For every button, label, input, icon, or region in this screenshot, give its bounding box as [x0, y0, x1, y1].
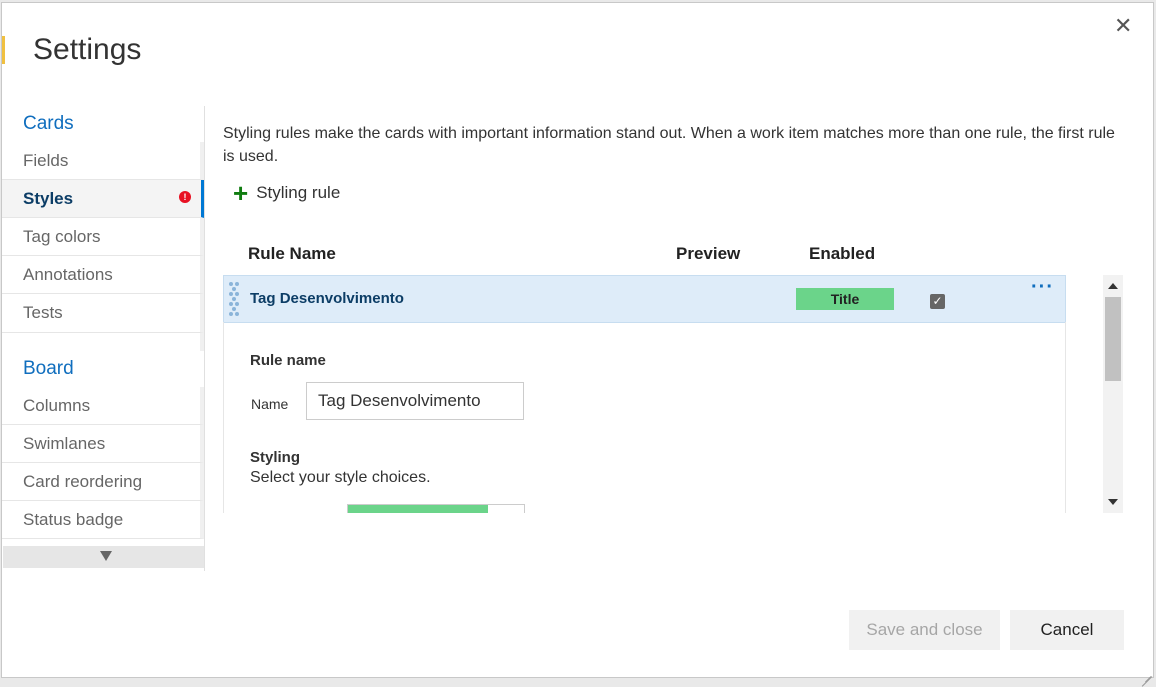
intro-text: Styling rules make the cards with import…: [223, 125, 1115, 165]
scroll-down-icon[interactable]: [1108, 499, 1118, 505]
dialog-title: Settings: [33, 33, 142, 66]
styling-description: Select your style choices.: [250, 469, 431, 486]
rule-details: Rule name Name Styling Select your style…: [223, 322, 1066, 513]
enabled-checkbox[interactable]: ✓: [930, 294, 945, 309]
nav-item-tests[interactable]: Tests: [2, 294, 204, 332]
plus-icon: +: [233, 178, 249, 208]
resize-grip-icon[interactable]: [1138, 665, 1153, 687]
card-color-picker[interactable]: [347, 504, 525, 513]
rule-preview: Title: [796, 288, 894, 310]
nav-section-board: Board: [23, 358, 74, 379]
nav-item-annotations[interactable]: Annotations: [2, 256, 204, 294]
scrollbar-thumb[interactable]: [1105, 297, 1121, 381]
nav-scroll-down[interactable]: [3, 546, 204, 568]
nav-item-label: Styles: [23, 189, 74, 208]
nav-item-status-badge[interactable]: Status badge: [2, 501, 204, 539]
rule-name-text: Tag Desenvolvimento: [250, 290, 404, 307]
name-label: Name: [251, 396, 289, 412]
settings-nav: Cards Fields Styles ! Tag colors Annotat…: [2, 106, 205, 571]
column-header-enabled: Enabled: [809, 244, 876, 263]
nav-item-card-reordering[interactable]: Card reordering: [2, 463, 204, 501]
styling-heading: Styling: [250, 449, 301, 466]
nav-item-styles[interactable]: Styles !: [2, 180, 204, 218]
chevron-down-icon: [100, 551, 112, 561]
nav-item-tag-colors[interactable]: Tag colors: [2, 218, 204, 256]
rule-name-heading: Rule name: [250, 352, 326, 369]
edge-accent: [2, 36, 5, 64]
card-color-swatch: [348, 505, 488, 513]
add-styling-rule-button[interactable]: + Styling rule: [233, 178, 341, 208]
more-options-icon[interactable]: ···: [1031, 276, 1054, 299]
error-icon: !: [179, 191, 191, 203]
add-rule-label: Styling rule: [256, 183, 341, 202]
rule-row[interactable]: Tag Desenvolvimento Title ✓ ···: [223, 275, 1066, 323]
drag-handle-icon[interactable]: [229, 280, 243, 318]
column-header-preview: Preview: [676, 244, 741, 263]
nav-item-columns[interactable]: Columns: [2, 387, 204, 425]
rules-panel: Tag Desenvolvimento Title ✓ ··· Rule nam…: [223, 275, 1066, 513]
settings-dialog: Settings ✕ Cards Fields Styles ! Tag col…: [1, 2, 1154, 687]
cancel-button[interactable]: Cancel: [1010, 610, 1124, 650]
nav-section-cards: Cards: [23, 113, 74, 134]
rule-name-input[interactable]: [306, 382, 524, 420]
column-header-rule-name: Rule Name: [248, 244, 336, 263]
scroll-up-icon[interactable]: [1108, 283, 1118, 289]
nav-item-swimlanes[interactable]: Swimlanes: [2, 425, 204, 463]
nav-item-fields[interactable]: Fields: [2, 142, 204, 180]
rules-scrollbar[interactable]: [1103, 275, 1123, 513]
close-icon[interactable]: ✕: [1114, 15, 1132, 37]
save-and-close-button[interactable]: Save and close: [849, 610, 1000, 650]
nav-spacer: [2, 332, 204, 351]
